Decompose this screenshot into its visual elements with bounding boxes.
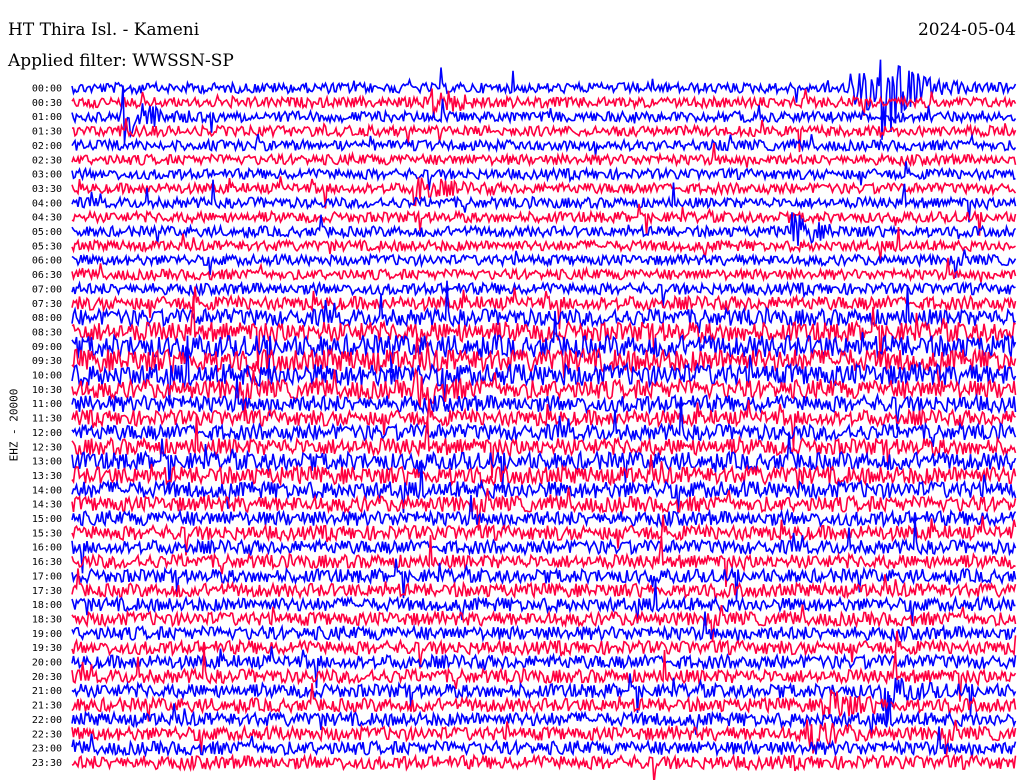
- trace-row-38: [71, 611, 1017, 644]
- y-tick-label: 15:00: [32, 514, 62, 525]
- y-tick-label: 21:00: [32, 686, 62, 697]
- y-tick-label: 00:00: [32, 84, 62, 95]
- y-tick-label: 07:30: [32, 299, 62, 310]
- y-tick-label: 05:00: [32, 227, 62, 238]
- y-tick-label: 20:30: [32, 672, 62, 683]
- y-tick-label: 10:30: [32, 385, 62, 396]
- y-tick-label: 02:00: [32, 141, 62, 152]
- y-tick-label: 19:00: [32, 629, 62, 640]
- y-tick-label: 00:30: [32, 98, 62, 109]
- y-tick-label: 22:00: [32, 715, 62, 726]
- y-tick-label: 01:00: [32, 112, 62, 123]
- y-tick-label: 02:30: [32, 155, 62, 166]
- y-tick-label: 11:30: [32, 414, 62, 425]
- y-tick-label: 18:00: [32, 600, 62, 611]
- y-tick-label: 05:30: [32, 241, 62, 252]
- y-tick-label: 04:00: [32, 198, 62, 209]
- y-tick-label: 21:30: [32, 701, 62, 712]
- y-tick-label: 13:00: [32, 457, 62, 468]
- y-tick-label: 22:30: [32, 729, 62, 740]
- y-tick-label: 06:30: [32, 270, 62, 281]
- y-tick-label: 13:30: [32, 471, 62, 482]
- y-tick-label: 15:30: [32, 528, 62, 539]
- trace-group: [71, 59, 1017, 780]
- y-tick-label: 08:30: [32, 327, 62, 338]
- y-tick-label: 18:30: [32, 614, 62, 625]
- y-tick-label: 10:00: [32, 371, 62, 382]
- y-tick-label: 04:30: [32, 213, 62, 224]
- y-tick-label: 07:00: [32, 284, 62, 295]
- y-tick-label: 08:00: [32, 313, 62, 324]
- y-tick-label: 11:00: [32, 399, 62, 410]
- y-tick-label: 16:00: [32, 543, 62, 554]
- y-tick-labels: 00:00 00:30 01:00 01:30 02:00 02:30 03:00 03:30…: [32, 84, 62, 769]
- y-tick-label: 17:00: [32, 571, 62, 582]
- y-tick-label: 16:30: [32, 557, 62, 568]
- y-tick-label: 20:00: [32, 658, 62, 669]
- y-tick-label: 03:30: [32, 184, 62, 195]
- y-tick-label: 09:00: [32, 342, 62, 353]
- helicorder-plot: 00:00 00:30 01:00 01:30 02:00 02:30 03:00 03:30…: [32, 59, 1017, 780]
- y-tick-label: 12:30: [32, 442, 62, 453]
- y-tick-label: 19:30: [32, 643, 62, 654]
- y-tick-label: 03:00: [32, 170, 62, 181]
- y-tick-label: 06:00: [32, 256, 62, 267]
- trace-row-47: [71, 752, 1017, 780]
- y-tick-label: 01:30: [32, 127, 62, 138]
- y-tick-label: 23:00: [32, 744, 62, 755]
- trace-row-4: [71, 133, 1017, 156]
- y-tick-label: 17:30: [32, 586, 62, 597]
- y-tick-label: 14:30: [32, 500, 62, 511]
- y-tick-label: 14:00: [32, 485, 62, 496]
- y-tick-label: 12:00: [32, 428, 62, 439]
- trace-row-25: [71, 414, 1017, 479]
- y-tick-label: 09:30: [32, 356, 62, 367]
- y-tick-label: 23:30: [32, 758, 62, 769]
